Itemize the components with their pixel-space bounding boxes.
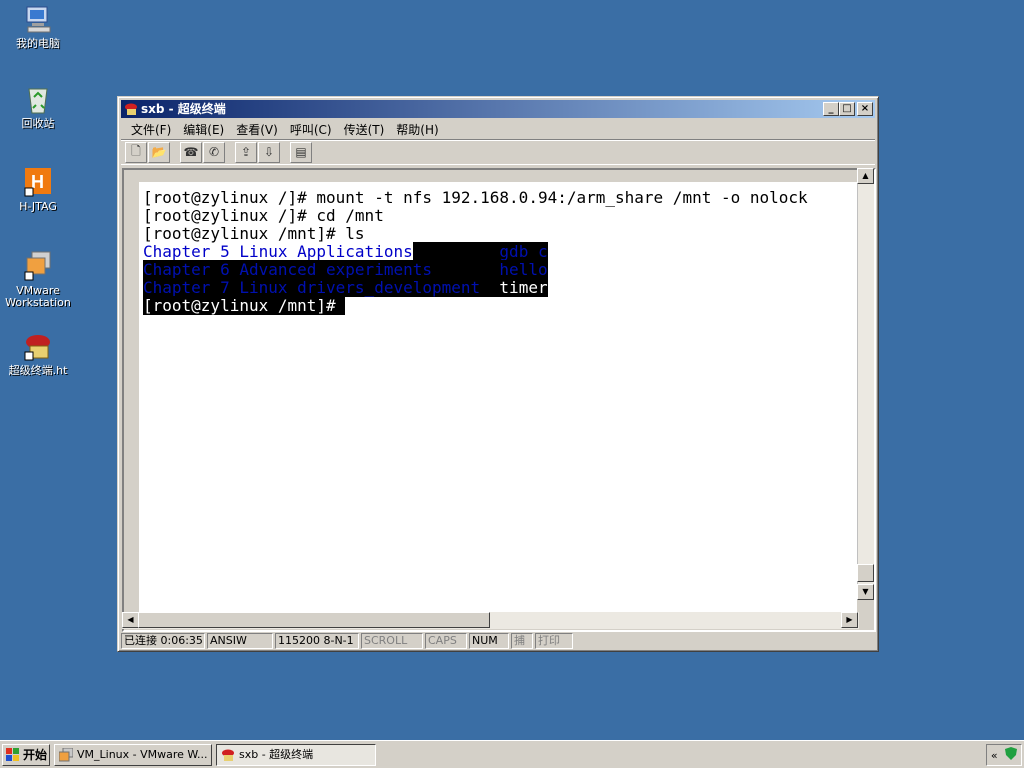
terminal-prompt: [root@zylinux /mnt]# (143, 296, 346, 315)
ls-dir: Chapter_5_Linux_Applications (143, 242, 413, 261)
system-tray: « (986, 744, 1022, 766)
menu-edit[interactable]: 编辑(E) (177, 121, 230, 138)
desktop-icon-recycle-bin[interactable]: 回收站 (0, 83, 76, 130)
desktop-icon-label: H-JTAG (19, 200, 57, 213)
status-bar: 已连接 0:06:35 ANSIW 115200 8-N-1 SCROLL CA… (121, 632, 875, 649)
ls-row: Chapter_6_Advanced_experiments hello (143, 260, 857, 279)
disconnect-icon[interactable]: ✆ (203, 141, 225, 163)
scroll-down-button[interactable]: ▼ (857, 584, 874, 600)
open-icon[interactable]: 📂 (148, 141, 170, 163)
menu-bar: 文件(F) 编辑(E) 查看(V) 呼叫(C) 传送(T) 帮助(H) (121, 119, 875, 139)
new-icon[interactable]: 🗋 (125, 141, 147, 163)
taskbar: 开始 VM_Linux - VMware W... sxb - 超级终端 « (0, 740, 1024, 768)
terminal-frame: [root@zylinux /]# mount -t nfs 192.168.0… (122, 168, 876, 632)
task-hyperterminal[interactable]: sxb - 超级终端 (216, 744, 376, 766)
task-label: VM_Linux - VMware W... (77, 748, 208, 761)
ls-file: hello (499, 260, 548, 279)
start-button[interactable]: 开始 (2, 744, 50, 766)
desktop-icon-label: VMware Workstation (5, 284, 71, 309)
menu-help[interactable]: 帮助(H) (390, 121, 444, 138)
menu-transfer[interactable]: 传送(T) (338, 121, 391, 138)
desktop-icon-hjtag[interactable]: H H-JTAG (0, 166, 76, 213)
status-port: 115200 8-N-1 (275, 632, 359, 649)
window-title: sxb - 超级终端 (141, 102, 226, 116)
desktop-icon-label: 超级终端.ht (8, 364, 68, 377)
horizontal-scroll-thumb[interactable] (138, 612, 490, 628)
close-button[interactable]: × (857, 102, 873, 116)
ls-row: Chapter_7_Linux_drivers_development time… (143, 278, 857, 297)
vmware-icon (22, 250, 54, 282)
scroll-right-button[interactable]: ▶ (841, 612, 858, 628)
send-icon[interactable]: ⇪ (235, 141, 257, 163)
vmware-icon (58, 747, 74, 762)
status-emulation: ANSIW (207, 632, 273, 649)
status-scroll: SCROLL (361, 632, 423, 649)
terminal-line: [root@zylinux /]# mount -t nfs 192.168.0… (143, 188, 808, 207)
call-icon[interactable]: ☎ (180, 141, 202, 163)
toolbar: 🗋 📂 ☎ ✆ ⇪ ⇩ ▤ (121, 139, 875, 165)
status-connected: 已连接 0:06:35 (121, 632, 205, 649)
terminal-screen[interactable]: [root@zylinux /]# mount -t nfs 192.168.0… (139, 182, 857, 614)
status-print: 打印 (535, 632, 573, 649)
tray-expand-button[interactable]: « (991, 749, 998, 762)
hyperterminal-icon (22, 330, 54, 362)
desktop-icon-label: 我的电脑 (16, 37, 60, 50)
ls-file: timer (499, 278, 548, 297)
receive-icon[interactable]: ⇩ (258, 141, 280, 163)
status-caps: CAPS (425, 632, 467, 649)
windows-logo-icon (6, 748, 20, 762)
status-capture: 捕 (511, 632, 533, 649)
start-label: 开始 (23, 748, 48, 762)
computer-icon (22, 3, 54, 35)
minimize-button[interactable]: _ (823, 102, 839, 116)
desktop-icon-vmware[interactable]: VMware Workstation (0, 250, 76, 309)
status-num: NUM (469, 632, 509, 649)
scroll-left-button[interactable]: ◀ (122, 612, 139, 628)
hyperterminal-window: sxb - 超级终端 _ □ × 文件(F) 编辑(E) 查看(V) 呼叫(C)… (117, 96, 879, 652)
task-vmware[interactable]: VM_Linux - VMware W... (54, 744, 212, 766)
desktop-icon-my-computer[interactable]: 我的电脑 (0, 3, 76, 50)
desktop-icon-hyperterminal[interactable]: 超级终端.ht (0, 330, 76, 377)
ls-file: gdb_c (499, 242, 548, 261)
vertical-scroll-thumb[interactable] (857, 564, 874, 582)
maximize-button[interactable]: □ (839, 102, 855, 116)
desktop-icon-label: 回收站 (21, 117, 55, 130)
horizontal-scrollbar[interactable]: ◀ ▶ (122, 612, 859, 629)
title-bar[interactable]: sxb - 超级终端 _ □ × (121, 100, 875, 118)
terminal-line: [root@zylinux /mnt]# ls (143, 224, 365, 243)
menu-call[interactable]: 呼叫(C) (284, 121, 338, 138)
menu-view[interactable]: 查看(V) (230, 121, 284, 138)
security-shield-icon[interactable] (1005, 747, 1018, 763)
vertical-scrollbar[interactable]: ▲ ▼ (857, 168, 874, 600)
ls-dir: Chapter_6_Advanced_experiments (143, 260, 432, 279)
terminal-line: [root@zylinux /mnt]# (143, 296, 857, 315)
hjtag-icon: H (22, 166, 54, 198)
scroll-up-button[interactable]: ▲ (857, 168, 874, 184)
recycle-bin-icon (22, 83, 54, 115)
terminal-line: [root@zylinux /]# cd /mnt (143, 206, 384, 225)
properties-icon[interactable]: ▤ (290, 141, 312, 163)
menu-file[interactable]: 文件(F) (125, 121, 177, 138)
task-label: sxb - 超级终端 (239, 748, 314, 761)
ls-dir: Chapter_7_Linux_drivers_development (143, 278, 481, 297)
hyperterminal-icon (221, 748, 235, 762)
hyperterminal-icon (124, 102, 138, 116)
ls-row: Chapter_5_Linux_Applications gdb_c (143, 242, 857, 261)
